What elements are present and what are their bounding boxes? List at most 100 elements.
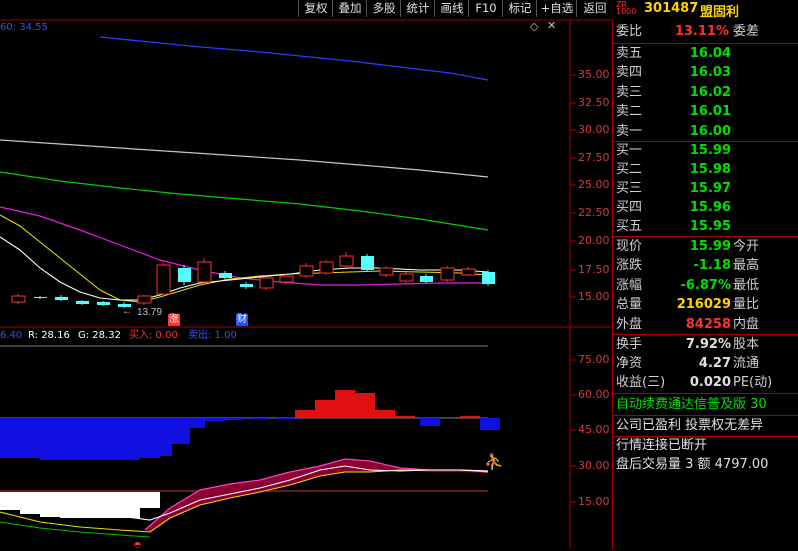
runner-icon: ⛹ bbox=[484, 452, 504, 471]
after-hours-volume: 盘后交易量 3 额 4797.00 bbox=[616, 457, 769, 472]
price-axis-tick: 17.50 bbox=[578, 263, 610, 276]
row-label: 买一 bbox=[616, 143, 643, 158]
stat2-row: 收益(三) 0.020 PE(动) bbox=[613, 374, 798, 392]
chart-area[interactable]: ← 13.79 bbox=[0, 0, 612, 549]
stock-header: ZR 1000 301487 盟固利 bbox=[612, 0, 798, 21]
price-axis-tick: 20.00 bbox=[578, 234, 610, 247]
row-value: 4.27 bbox=[698, 356, 731, 371]
row-value: 15.98 bbox=[689, 162, 731, 177]
candle bbox=[379, 267, 394, 276]
bid-row: 买一 15.99 bbox=[613, 142, 798, 160]
ma-line-green bbox=[0, 171, 489, 231]
indicator-r: R: 28.16 bbox=[28, 330, 70, 341]
row-value: 16.03 bbox=[689, 65, 731, 81]
row-value: 15.99 bbox=[689, 143, 731, 158]
candle bbox=[440, 267, 455, 281]
bottom-marker-icon: ◓ bbox=[134, 540, 141, 549]
candle bbox=[156, 264, 171, 295]
promo-text[interactable]: 自动续费通达信普及版 30 bbox=[616, 396, 767, 414]
indicator-value: 6.40 bbox=[0, 330, 23, 341]
indicator-white-bar bbox=[120, 492, 140, 518]
indicator-bar bbox=[460, 416, 480, 418]
row-label: 卖一 bbox=[616, 123, 643, 139]
row-value: 16.04 bbox=[689, 46, 731, 61]
stat2-row: 净资 4.27 流通 bbox=[613, 355, 798, 373]
candle bbox=[399, 273, 414, 282]
weibi-row: 委比 13.11% 委差 bbox=[616, 24, 760, 39]
indicator-white-bar bbox=[60, 492, 80, 518]
row-value: 15.96 bbox=[689, 200, 731, 215]
row-value: 16.01 bbox=[689, 104, 731, 120]
stat2-row: 换手 7.92% 股本 bbox=[613, 336, 798, 354]
ask-row: 卖五 16.04 bbox=[613, 45, 798, 63]
indicator-bar bbox=[335, 390, 355, 418]
price-axis-tick: 35.00 bbox=[578, 68, 610, 81]
indicator-bar bbox=[295, 410, 315, 418]
indicator-white-bar bbox=[80, 492, 100, 518]
row-label: 涨跌 bbox=[616, 258, 643, 274]
indicator-line-green bbox=[0, 521, 151, 538]
price-axis-tick: 25.00 bbox=[578, 178, 610, 191]
row-label: 外盘 bbox=[616, 316, 643, 332]
close-icon[interactable]: ✕ bbox=[547, 20, 556, 32]
indicator-bar bbox=[420, 418, 440, 426]
candle bbox=[11, 295, 26, 303]
row-value: 15.95 bbox=[689, 219, 731, 234]
candle bbox=[259, 277, 274, 289]
ma60-label: 60: 34.55 bbox=[0, 22, 48, 33]
row-label-right: 最低 bbox=[733, 277, 760, 293]
indicator-bar bbox=[20, 418, 40, 458]
candle bbox=[361, 256, 374, 270]
price-axis-tick: 15.00 bbox=[578, 290, 610, 303]
indicator-bar bbox=[80, 418, 100, 460]
row-label-right: 量比 bbox=[733, 297, 760, 313]
indicator-bar bbox=[225, 418, 245, 420]
indicator-bar bbox=[375, 410, 395, 418]
indicator-bar bbox=[275, 418, 295, 419]
quote-panel: 委比 13.11% 委差 卖五 16.04 卖四 16.03 卖三 16.02 卖二 16.0… bbox=[612, 20, 798, 549]
candle bbox=[137, 295, 152, 304]
row-label-right: 流通 bbox=[733, 356, 760, 371]
stat-row: 涨幅 -6.87% 最低 bbox=[613, 277, 798, 295]
candle bbox=[482, 272, 495, 284]
indicator-white-bar bbox=[0, 492, 20, 510]
collapse-icon[interactable]: ◇ bbox=[530, 21, 538, 33]
stat-row: 现价 15.99 今开 bbox=[613, 238, 798, 256]
notice-disconnected: 行情连接已断开 bbox=[616, 438, 708, 453]
candle bbox=[34, 297, 47, 298]
price-axis-tick: 27.50 bbox=[578, 151, 610, 164]
row-label: 卖四 bbox=[616, 65, 643, 81]
indicator-axis-tick: 75.00 bbox=[578, 353, 610, 366]
row-label: 换手 bbox=[616, 337, 643, 352]
zhang-badge: 涨 bbox=[168, 314, 180, 326]
indicator-sell: 卖出: 1.00 bbox=[188, 330, 237, 341]
indicator-bar bbox=[355, 393, 375, 418]
candle bbox=[319, 261, 334, 274]
row-label-right: PE(动) bbox=[733, 375, 773, 390]
indicator-axis-tick: 45.00 bbox=[578, 423, 610, 436]
price-axis-tick: 30.00 bbox=[578, 123, 610, 136]
stat-row: 外盘 84258 内盘 bbox=[613, 316, 798, 334]
row-label: 买五 bbox=[616, 219, 643, 234]
row-value: 15.99 bbox=[689, 239, 731, 254]
low-marker: 13.79 bbox=[137, 307, 162, 318]
bid-row: 买二 15.98 bbox=[613, 161, 798, 179]
indicator-bar bbox=[480, 418, 500, 430]
weibi-value: 13.11% bbox=[674, 24, 729, 39]
stock-name: 盟固利 bbox=[700, 5, 740, 20]
candle bbox=[240, 284, 253, 287]
row-value: 15.97 bbox=[689, 181, 731, 196]
row-label-right: 今开 bbox=[733, 239, 760, 254]
indicator-bar bbox=[0, 418, 20, 458]
bid-row: 买四 15.96 bbox=[613, 199, 798, 217]
indicator-bar bbox=[152, 418, 172, 456]
indicator-bar bbox=[315, 400, 335, 418]
ask-row: 卖一 16.00 bbox=[613, 123, 798, 141]
candle bbox=[219, 273, 232, 278]
candle bbox=[178, 268, 191, 282]
bid-row: 买五 15.95 bbox=[613, 218, 798, 236]
indicator-bar bbox=[40, 418, 60, 460]
candle bbox=[420, 276, 433, 282]
row-label: 涨幅 bbox=[616, 277, 643, 293]
row-label: 买三 bbox=[616, 181, 643, 196]
